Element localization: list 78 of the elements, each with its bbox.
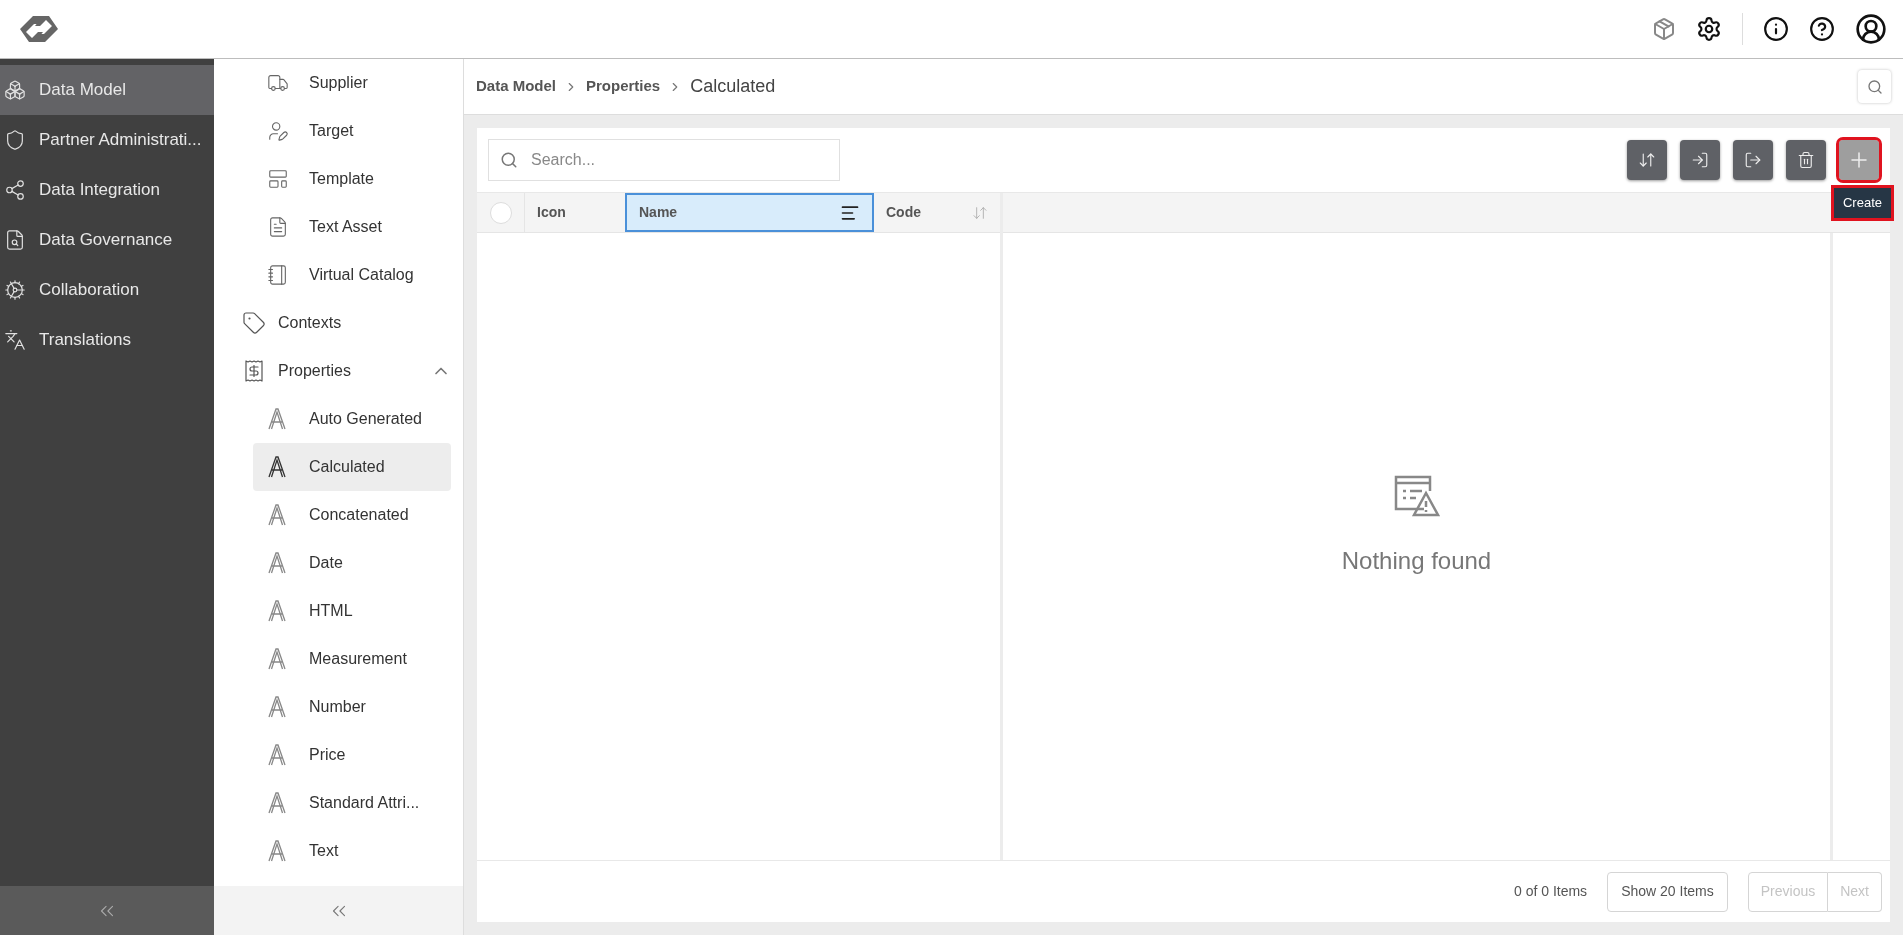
nav-item-icon bbox=[4, 229, 26, 251]
search-icon bbox=[500, 151, 518, 169]
breadcrumb-link[interactable]: Data Model bbox=[476, 75, 556, 98]
nav-item[interactable]: Collaboration bbox=[0, 265, 214, 315]
tree-item[interactable]: Target bbox=[253, 107, 451, 155]
nav-item-icon bbox=[4, 279, 26, 301]
tree-item[interactable]: Contexts bbox=[214, 299, 451, 347]
breadcrumb-link[interactable]: Properties bbox=[586, 75, 661, 98]
nav-item-icon bbox=[4, 329, 26, 351]
column-header[interactable]: Code bbox=[874, 193, 1000, 232]
tree-item[interactable]: Text bbox=[253, 827, 451, 875]
search-icon bbox=[1866, 78, 1883, 95]
select-all-checkbox[interactable] bbox=[489, 201, 512, 224]
package-icon[interactable] bbox=[1652, 17, 1676, 41]
tree-item[interactable]: Price bbox=[253, 731, 451, 779]
info-icon[interactable] bbox=[1763, 16, 1789, 42]
nav-item-icon bbox=[4, 129, 26, 151]
tree-item[interactable]: HTML bbox=[253, 587, 451, 635]
export-icon bbox=[1744, 151, 1762, 169]
tree-item[interactable]: Concatenated bbox=[253, 491, 451, 539]
import-icon bbox=[1691, 151, 1709, 169]
tree-item[interactable]: Date bbox=[253, 539, 451, 587]
tooltip: Create bbox=[1833, 188, 1891, 218]
delete-button[interactable] bbox=[1786, 140, 1826, 180]
tree-item-icon bbox=[267, 264, 289, 286]
tree-item-icon bbox=[242, 311, 266, 335]
tree-item-icon bbox=[267, 72, 289, 94]
breadcrumb-current: Calculated bbox=[690, 75, 776, 98]
column-label: Code bbox=[886, 203, 921, 222]
nav-item[interactable]: Data Model bbox=[0, 65, 214, 115]
delete-icon bbox=[1797, 151, 1815, 169]
tree-item[interactable]: Text Asset bbox=[253, 203, 451, 251]
nav-item-icon bbox=[4, 179, 26, 201]
letter-a-icon bbox=[267, 504, 287, 526]
column-label: Icon bbox=[537, 203, 566, 222]
letter-a-icon bbox=[267, 840, 287, 862]
tree-item[interactable]: Template bbox=[253, 155, 451, 203]
tree-item-icon bbox=[267, 120, 289, 142]
letter-a-icon bbox=[267, 408, 287, 430]
letter-a-icon bbox=[267, 648, 287, 670]
letter-a-icon bbox=[267, 696, 287, 718]
nav-item[interactable]: Translations bbox=[0, 315, 214, 365]
nav-item[interactable]: Partner Administrati... bbox=[0, 115, 214, 165]
tree-item[interactable]: Virtual Catalog bbox=[253, 251, 451, 299]
letter-a-icon bbox=[267, 456, 287, 478]
empty-message: Nothing found bbox=[1341, 545, 1492, 576]
letter-a-icon bbox=[267, 552, 287, 574]
letter-a-icon bbox=[267, 600, 287, 622]
export-button[interactable] bbox=[1733, 140, 1773, 180]
item-count: 0 of 0 Items bbox=[1513, 882, 1588, 901]
letter-a-icon bbox=[267, 744, 287, 766]
column-label: Name bbox=[639, 203, 678, 222]
nav-item[interactable]: Data Integration bbox=[0, 165, 214, 215]
help-icon[interactable] bbox=[1809, 16, 1835, 42]
tree-item[interactable]: Auto Generated bbox=[253, 395, 451, 443]
tree-item[interactable]: Number bbox=[253, 683, 451, 731]
import-button[interactable] bbox=[1680, 140, 1720, 180]
sync-button[interactable] bbox=[1627, 140, 1667, 180]
tree-item[interactable]: Calculated bbox=[253, 443, 451, 491]
page-size-button[interactable]: Show 20 Items bbox=[1607, 871, 1728, 912]
user-avatar-icon[interactable] bbox=[1855, 13, 1887, 45]
nav-item[interactable]: Data Governance bbox=[0, 215, 214, 265]
sync-icon bbox=[1638, 151, 1656, 169]
letter-a-icon bbox=[267, 792, 287, 814]
tree-item-icon bbox=[267, 168, 289, 190]
tree-item[interactable]: Supplier bbox=[253, 59, 451, 107]
search-field[interactable]: Search... bbox=[488, 139, 840, 181]
tree-item-icon bbox=[242, 359, 266, 383]
column-header[interactable]: Icon bbox=[525, 193, 625, 232]
empty-list-warning-icon bbox=[1393, 474, 1440, 519]
nav-item-icon bbox=[4, 79, 26, 101]
tree-item[interactable]: Properties bbox=[214, 347, 451, 395]
search-button[interactable] bbox=[1858, 70, 1891, 103]
tree-item[interactable]: Measurement bbox=[253, 635, 451, 683]
settings-icon[interactable] bbox=[1696, 16, 1722, 42]
column-header[interactable]: Name bbox=[625, 193, 874, 232]
tree-item[interactable]: Standard Attri... bbox=[253, 779, 451, 827]
tree-item-icon bbox=[267, 216, 289, 238]
